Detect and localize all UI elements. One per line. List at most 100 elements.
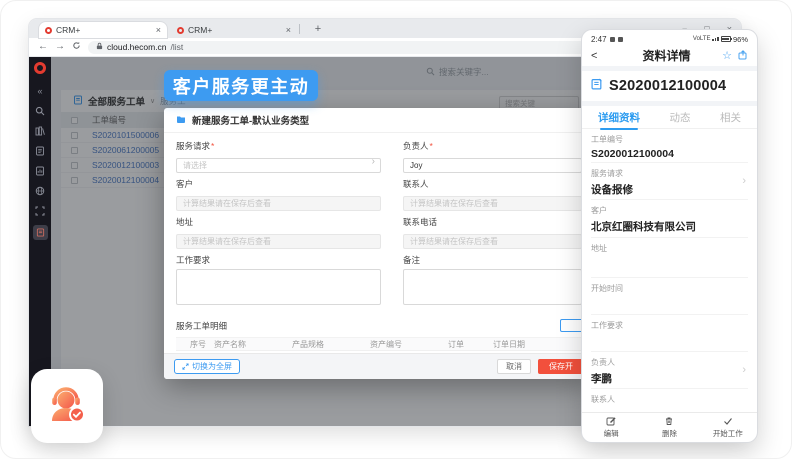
detail-section-row: 服务工单明细 xyxy=(176,318,582,334)
form-icon xyxy=(176,111,186,129)
tab-close-icon[interactable]: × xyxy=(286,26,291,35)
phone-tabs: 详细资料 动态 相关 xyxy=(582,106,757,129)
trash-icon xyxy=(664,416,674,426)
edit-button[interactable]: 编辑 xyxy=(582,413,640,442)
col-header: 资产编号 xyxy=(370,339,448,350)
fullscreen-toggle-button[interactable]: 切换为全屏 xyxy=(174,359,240,374)
detail-section-label: 服务工单明细 xyxy=(176,320,227,332)
url-path: /list xyxy=(171,42,184,52)
battery-icon xyxy=(721,36,731,42)
field-label: 地址 xyxy=(176,216,381,228)
record-id: S2020012100004 xyxy=(609,78,726,94)
field-customer: 客户 北京红圈科技有限公司 xyxy=(591,200,748,238)
field-label: 备注 xyxy=(403,254,582,266)
field-contact: 联系人 xyxy=(591,389,748,405)
edit-icon xyxy=(606,416,616,426)
check-icon xyxy=(723,416,733,426)
cancel-button[interactable]: 取消 xyxy=(497,359,531,374)
collapse-sidebar-icon[interactable]: « xyxy=(35,85,46,96)
field-label: 联系人 xyxy=(403,178,582,190)
field-phone: 联系电话 xyxy=(403,216,582,249)
report-icon[interactable] xyxy=(35,165,46,176)
page-title: 资料详情 xyxy=(611,47,722,64)
start-work-button[interactable]: 开始工作 xyxy=(699,413,757,442)
chevron-right-icon: › xyxy=(742,364,746,376)
refresh-icon[interactable] xyxy=(72,41,81,53)
support-badge[interactable] xyxy=(31,369,103,443)
phone-nav-bar: < 资料详情 ☆ xyxy=(582,45,757,66)
field-contact: 联系人 xyxy=(403,178,582,211)
tab-activity[interactable]: 动态 xyxy=(670,110,691,125)
battery-percent: 96% xyxy=(733,35,748,44)
field-address: 地址 xyxy=(176,216,381,249)
field-remark: 备注 xyxy=(403,254,582,310)
field-label: 客户 xyxy=(176,178,381,190)
field-label: 工作要求 xyxy=(176,254,381,266)
lock-icon xyxy=(96,42,103,52)
phone-input xyxy=(403,234,582,249)
field-label: 负责人 xyxy=(403,141,429,151)
fullscreen-icon[interactable] xyxy=(35,205,46,216)
tab-detail[interactable]: 详细资料 xyxy=(598,110,640,125)
remark-textarea[interactable] xyxy=(403,269,582,305)
customer-service-icon xyxy=(44,383,90,429)
address-input xyxy=(176,234,381,249)
field-start-time: 开始时间 xyxy=(591,278,748,315)
modal-header: 新建服务工单-默认业务类型 xyxy=(164,108,594,133)
work-requirement-textarea[interactable] xyxy=(176,269,381,305)
modal-footer: 切换为全屏 取消 保存开 xyxy=(164,353,594,379)
tab-title: CRM+ xyxy=(56,25,152,35)
field-work-requirement: 工作要求 xyxy=(176,254,381,310)
field-label: 服务请求 xyxy=(176,141,210,151)
col-header: 订单日期 xyxy=(493,339,525,350)
contact-input xyxy=(403,196,582,211)
delete-button[interactable]: 删除 xyxy=(640,413,698,442)
library-icon[interactable] xyxy=(35,125,46,136)
search-icon[interactable] xyxy=(35,105,46,116)
field-owner[interactable]: 负责人 李鹏 › xyxy=(591,352,748,389)
screenshot-stage: CRM+ × CRM+ × + − □ × ← → cloud.hecom.cn… xyxy=(0,0,792,459)
tab-title: CRM+ xyxy=(188,25,282,35)
field-label: 联系电话 xyxy=(403,216,582,228)
url-host: cloud.hecom.cn xyxy=(107,42,167,52)
field-customer: 客户 xyxy=(176,178,381,211)
back-icon[interactable]: < xyxy=(591,50,611,62)
browser-tab-2[interactable]: CRM+ × xyxy=(171,22,297,38)
phone-mockup: 2:47 VoLTE 96% < 资料详情 ☆ S2020012100004 详… xyxy=(581,29,758,443)
star-icon[interactable]: ☆ xyxy=(722,49,732,62)
service-request-select[interactable] xyxy=(176,158,381,173)
new-tab-button[interactable]: + xyxy=(309,19,327,38)
workorder-module-icon[interactable] xyxy=(33,225,48,240)
phone-status-bar: 2:47 VoLTE 96% xyxy=(582,30,757,45)
signal-bars-icon xyxy=(712,37,719,42)
field-service-request: 服务请求* › xyxy=(176,140,381,173)
promo-banner: 客户服务更主动 xyxy=(164,70,318,101)
owner-input[interactable] xyxy=(403,158,582,173)
col-header: 产品规格 xyxy=(292,339,370,350)
modal-body: 服务请求* › 负责人* 客户 联系人 xyxy=(164,133,594,379)
save-button[interactable]: 保存开 xyxy=(538,359,584,374)
notification-icon xyxy=(610,37,615,42)
crm-logo-icon xyxy=(34,62,46,74)
modal-title: 新建服务工单-默认业务类型 xyxy=(192,113,309,127)
required-mark: * xyxy=(211,141,214,151)
col-header: 序号 xyxy=(190,339,214,350)
browser-tab-1[interactable]: CRM+ × xyxy=(39,22,167,38)
field-service-request[interactable]: 服务请求 设备报修 › xyxy=(591,163,748,200)
required-mark: * xyxy=(430,141,433,151)
record-header: S2020012100004 xyxy=(582,71,757,101)
customer-input xyxy=(176,196,381,211)
field-address: 地址 xyxy=(591,238,748,278)
forward-icon[interactable]: → xyxy=(55,42,65,52)
tab-related[interactable]: 相关 xyxy=(720,110,741,125)
document-icon[interactable] xyxy=(35,145,46,156)
tab-close-icon[interactable]: × xyxy=(156,26,161,35)
share-icon[interactable] xyxy=(738,47,748,65)
col-header: 订单 xyxy=(448,339,493,350)
globe-icon[interactable] xyxy=(35,185,46,196)
new-workorder-modal: 新建服务工单-默认业务类型 服务请求* › 负责人* 客户 xyxy=(164,108,594,379)
back-icon[interactable]: ← xyxy=(38,42,48,52)
record-doc-icon xyxy=(591,77,603,95)
crm-favicon xyxy=(177,27,184,34)
notification-icon xyxy=(618,37,623,42)
